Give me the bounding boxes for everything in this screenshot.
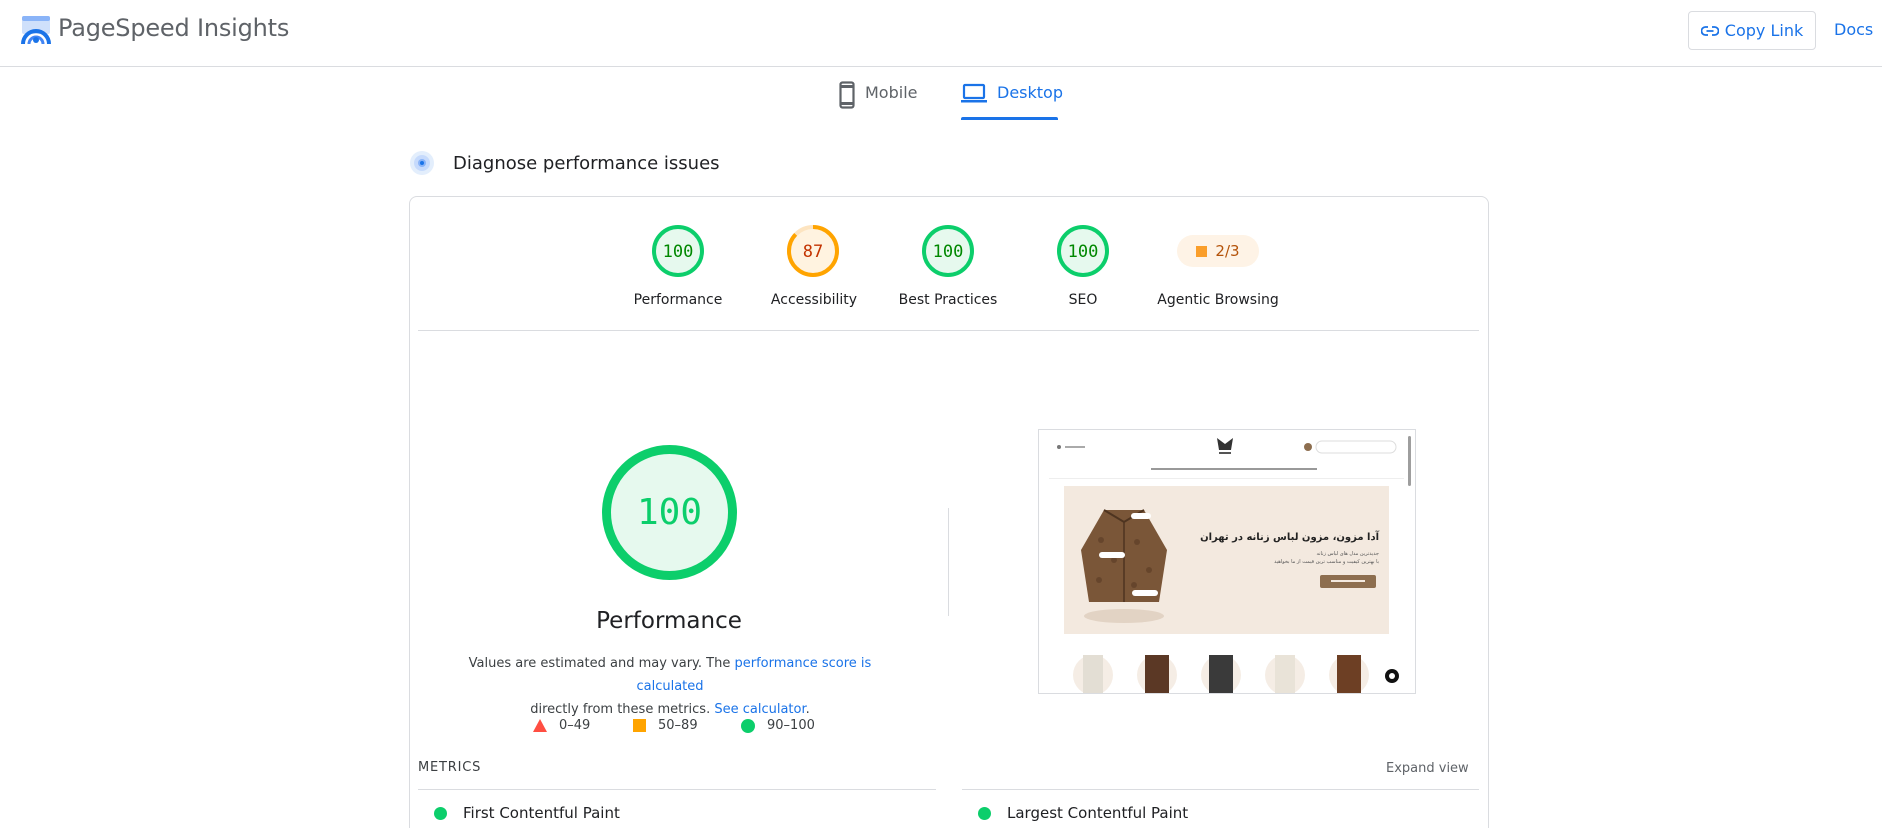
legend-fail: 0–49 — [533, 718, 590, 733]
gauge-score: 100 — [933, 242, 964, 262]
hero-title: آدا مزون، مزون لباس زنانه در تهران — [1200, 530, 1379, 543]
expand-view-button[interactable]: Expand view — [1386, 761, 1469, 776]
laptop-icon — [961, 83, 987, 103]
performance-description: Values are estimated and may vary. The p… — [434, 652, 906, 721]
section-title: Diagnose performance issues — [453, 153, 720, 174]
circle-icon — [741, 718, 755, 733]
tab-desktop-label: Desktop — [997, 83, 1063, 102]
gauge-best-practices[interactable]: 100 — [921, 224, 975, 278]
app-header: PageSpeed Insights Copy Link Docs — [0, 0, 1882, 67]
square-icon — [633, 719, 646, 732]
hero-subtitle: با بهترین کیفیت و مناسب ترین قیمت از ما … — [1274, 559, 1379, 565]
copy-link-label: Copy Link — [1724, 21, 1804, 40]
legend-pass: 90–100 — [741, 718, 815, 733]
pass-circle-icon — [434, 806, 447, 820]
pass-circle-icon — [978, 806, 991, 820]
desc-text: Values are estimated and may vary. The — [468, 656, 735, 671]
agentic-score: 2/3 — [1215, 242, 1240, 260]
metric-label: First Contentful Paint — [463, 804, 620, 822]
lighthouse-icon — [410, 151, 434, 175]
legend-range: 90–100 — [767, 718, 815, 733]
see-calculator-link[interactable]: See calculator — [714, 702, 805, 717]
metric-largest-contentful-paint: Largest Contentful Paint — [978, 804, 1188, 822]
tab-desktop[interactable]: Desktop — [961, 78, 1063, 120]
gauge-score: 100 — [1068, 242, 1099, 262]
gauge-seo[interactable]: 100 — [1056, 224, 1110, 278]
link-icon — [1700, 25, 1719, 36]
divider — [962, 789, 1479, 790]
website-preview: آدا مزون، مزون لباس زنانه در تهران جدیدت… — [1039, 430, 1415, 693]
legend-range: 0–49 — [559, 718, 591, 733]
final-screenshot[interactable]: آدا مزون، مزون لباس زنانه در تهران جدیدت… — [1038, 429, 1416, 694]
legend-range: 50–89 — [658, 718, 698, 733]
divider — [948, 508, 949, 616]
hero-subtitle: جدیدترین مدل های لباس زنانه — [1316, 551, 1379, 557]
active-tab-indicator — [961, 117, 1058, 120]
gauge-label-seo[interactable]: SEO — [1013, 292, 1153, 308]
metrics-heading: METRICS — [418, 760, 482, 775]
gauge-label-agentic-browsing[interactable]: Agentic Browsing — [1148, 292, 1288, 308]
legend-average: 50–89 — [633, 718, 698, 733]
performance-score: 100 — [637, 492, 702, 533]
desc-text: directly from these metrics. — [530, 702, 715, 717]
average-square-icon — [1196, 245, 1208, 257]
divider — [418, 330, 1479, 331]
tab-mobile[interactable]: Mobile — [839, 78, 917, 120]
gauge-label-performance[interactable]: Performance — [608, 292, 748, 308]
tab-mobile-label: Mobile — [865, 83, 918, 102]
pagespeed-logo-icon[interactable] — [20, 14, 52, 46]
performance-title: Performance — [596, 608, 742, 634]
gauge-accessibility[interactable]: 87 — [786, 224, 840, 278]
agentic-browsing-badge[interactable]: 2/3 — [1177, 235, 1259, 267]
triangle-icon — [533, 719, 547, 732]
app-title[interactable]: PageSpeed Insights — [58, 14, 289, 42]
gauge-score: 87 — [803, 242, 823, 262]
copy-link-button[interactable]: Copy Link — [1688, 11, 1816, 50]
performance-gauge-large: 100 — [602, 445, 737, 580]
mobile-phone-icon — [839, 81, 855, 109]
gauge-label-best-practices[interactable]: Best Practices — [878, 292, 1018, 308]
docs-link[interactable]: Docs — [1834, 20, 1873, 39]
gauge-label-accessibility[interactable]: Accessibility — [744, 292, 884, 308]
metric-label: Largest Contentful Paint — [1007, 804, 1189, 822]
gauge-performance[interactable]: 100 — [651, 224, 705, 278]
desc-text: . — [805, 702, 810, 717]
metric-first-contentful-paint: First Contentful Paint — [434, 804, 620, 822]
gauge-score: 100 — [663, 242, 694, 262]
divider — [418, 789, 936, 790]
